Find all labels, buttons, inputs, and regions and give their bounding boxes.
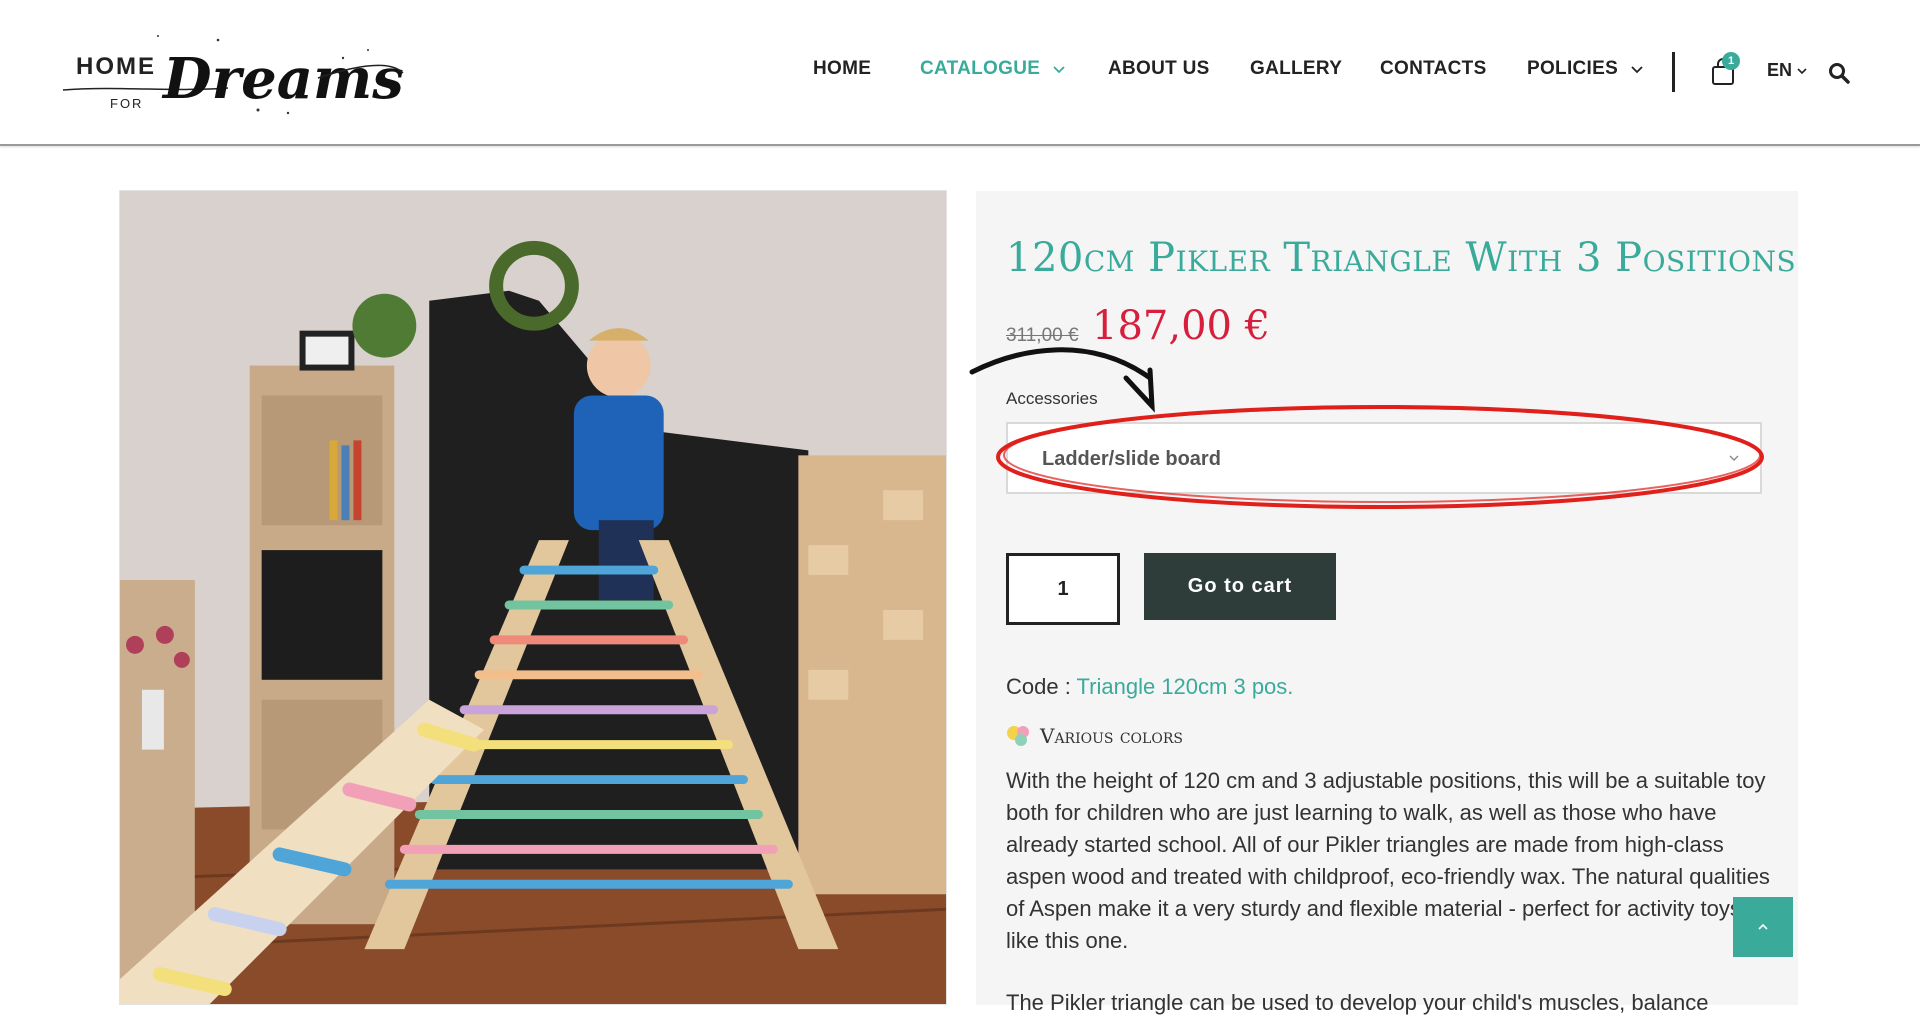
home-for-dreams-logo[interactable]: HOME FOR Dreams <box>58 28 408 120</box>
nav-policies[interactable]: POLICIES <box>1527 58 1644 80</box>
cart-count-badge: 1 <box>1722 52 1740 70</box>
site-header: HOME FOR Dreams HOME CATALOGUE ABOUT US … <box>0 0 1920 146</box>
code-label: Code : <box>1006 674 1077 699</box>
nav-about-us[interactable]: ABOUT US <box>1108 58 1210 80</box>
chevron-down-icon <box>1631 66 1643 74</box>
nav-gallery-label: GALLERY <box>1250 58 1343 79</box>
product-title: 120cm Pikler Triangle With 3 Positions <box>1006 235 1797 281</box>
product-description-continued: The Pikler triangle can be used to devel… <box>1006 990 1709 1015</box>
nav-about-label: ABOUT US <box>1108 58 1210 79</box>
accessories-select[interactable]: Ladder/slide board <box>1006 422 1762 494</box>
nav-divider <box>1672 52 1675 92</box>
svg-text:Dreams: Dreams <box>161 46 404 112</box>
old-price: 311,00 € <box>1006 325 1079 346</box>
nav-home[interactable]: HOME <box>813 58 871 80</box>
nav-gallery[interactable]: GALLERY <box>1250 58 1342 80</box>
chevron-down-icon <box>1053 66 1065 74</box>
product-description: With the height of 120 cm and 3 adjustab… <box>1006 768 1770 953</box>
nav-catalogue-label: CATALOGUE <box>920 58 1041 79</box>
product-photo[interactable] <box>119 190 947 1005</box>
accessories-label: Accessories <box>1006 389 1098 408</box>
svg-text:FOR: FOR <box>110 96 143 111</box>
scroll-to-top-button[interactable] <box>1733 897 1793 957</box>
quantity-input[interactable] <box>1006 553 1120 625</box>
various-colors: Various colors <box>1006 724 1183 748</box>
various-colors-label: Various colors <box>1040 724 1183 748</box>
nav-home-label: HOME <box>813 58 872 79</box>
chevron-down-icon <box>1729 455 1739 461</box>
sale-price: 187,00 € <box>1092 303 1271 349</box>
nav-catalogue[interactable]: CATALOGUE <box>920 58 1066 80</box>
language-label: EN <box>1767 60 1793 80</box>
product-code: Code : Triangle 120cm 3 pos. <box>1006 674 1293 700</box>
nav-contacts[interactable]: CONTACTS <box>1380 58 1487 80</box>
search-icon[interactable] <box>1828 62 1850 84</box>
chevron-down-icon <box>1797 67 1807 74</box>
language-selector[interactable]: EN <box>1767 60 1808 81</box>
nav-policies-label: POLICIES <box>1527 58 1619 79</box>
product-info-panel: 120cm Pikler Triangle With 3 Positions 3… <box>976 191 1798 1015</box>
color-dots-icon <box>1007 726 1029 746</box>
go-to-cart-button[interactable]: Go to cart <box>1144 553 1336 620</box>
accessories-selected-value: Ladder/slide board <box>1042 448 1221 470</box>
code-value-link[interactable]: Triangle 120cm 3 pos. <box>1077 674 1294 699</box>
svg-text:HOME: HOME <box>76 53 156 80</box>
chevron-up-icon <box>1758 923 1768 930</box>
nav-contacts-label: CONTACTS <box>1380 58 1487 79</box>
